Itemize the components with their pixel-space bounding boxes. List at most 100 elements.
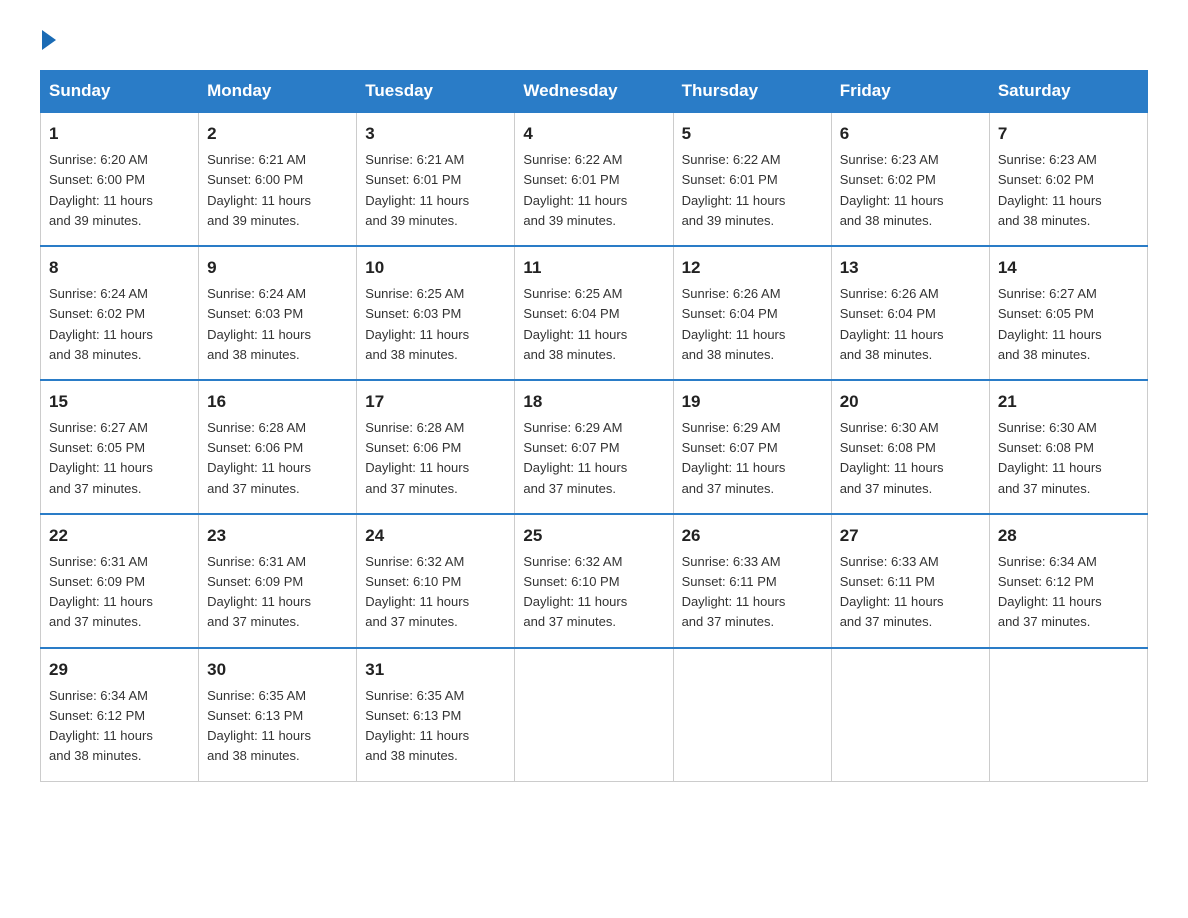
calendar-cell: 10 Sunrise: 6:25 AMSunset: 6:03 PMDayligh… xyxy=(357,246,515,380)
day-info: Sunrise: 6:27 AMSunset: 6:05 PMDaylight:… xyxy=(49,418,190,499)
day-number: 1 xyxy=(49,121,190,147)
day-number: 28 xyxy=(998,523,1139,549)
day-info: Sunrise: 6:24 AMSunset: 6:02 PMDaylight:… xyxy=(49,284,190,365)
day-number: 11 xyxy=(523,255,664,281)
day-info: Sunrise: 6:23 AMSunset: 6:02 PMDaylight:… xyxy=(840,150,981,231)
day-number: 5 xyxy=(682,121,823,147)
calendar-cell xyxy=(989,648,1147,781)
calendar-cell: 5 Sunrise: 6:22 AMSunset: 6:01 PMDaylight… xyxy=(673,112,831,246)
calendar-cell: 1 Sunrise: 6:20 AMSunset: 6:00 PMDaylight… xyxy=(41,112,199,246)
day-info: Sunrise: 6:26 AMSunset: 6:04 PMDaylight:… xyxy=(840,284,981,365)
day-info: Sunrise: 6:31 AMSunset: 6:09 PMDaylight:… xyxy=(207,552,348,633)
day-info: Sunrise: 6:33 AMSunset: 6:11 PMDaylight:… xyxy=(840,552,981,633)
calendar-cell: 12 Sunrise: 6:26 AMSunset: 6:04 PMDayligh… xyxy=(673,246,831,380)
day-number: 17 xyxy=(365,389,506,415)
day-info: Sunrise: 6:23 AMSunset: 6:02 PMDaylight:… xyxy=(998,150,1139,231)
day-number: 23 xyxy=(207,523,348,549)
day-info: Sunrise: 6:25 AMSunset: 6:03 PMDaylight:… xyxy=(365,284,506,365)
day-number: 25 xyxy=(523,523,664,549)
day-number: 15 xyxy=(49,389,190,415)
weekday-header-wednesday: Wednesday xyxy=(515,71,673,113)
day-info: Sunrise: 6:21 AMSunset: 6:00 PMDaylight:… xyxy=(207,150,348,231)
day-number: 16 xyxy=(207,389,348,415)
day-info: Sunrise: 6:32 AMSunset: 6:10 PMDaylight:… xyxy=(523,552,664,633)
calendar-cell: 25 Sunrise: 6:32 AMSunset: 6:10 PMDayligh… xyxy=(515,514,673,648)
calendar-cell: 23 Sunrise: 6:31 AMSunset: 6:09 PMDayligh… xyxy=(199,514,357,648)
weekday-header-saturday: Saturday xyxy=(989,71,1147,113)
day-number: 31 xyxy=(365,657,506,683)
day-info: Sunrise: 6:35 AMSunset: 6:13 PMDaylight:… xyxy=(365,686,506,767)
calendar-cell: 2 Sunrise: 6:21 AMSunset: 6:00 PMDaylight… xyxy=(199,112,357,246)
calendar-cell: 26 Sunrise: 6:33 AMSunset: 6:11 PMDayligh… xyxy=(673,514,831,648)
day-info: Sunrise: 6:28 AMSunset: 6:06 PMDaylight:… xyxy=(365,418,506,499)
day-info: Sunrise: 6:26 AMSunset: 6:04 PMDaylight:… xyxy=(682,284,823,365)
day-info: Sunrise: 6:34 AMSunset: 6:12 PMDaylight:… xyxy=(998,552,1139,633)
weekday-header-friday: Friday xyxy=(831,71,989,113)
day-number: 3 xyxy=(365,121,506,147)
day-info: Sunrise: 6:32 AMSunset: 6:10 PMDaylight:… xyxy=(365,552,506,633)
week-row-4: 22 Sunrise: 6:31 AMSunset: 6:09 PMDayligh… xyxy=(41,514,1148,648)
calendar-cell: 22 Sunrise: 6:31 AMSunset: 6:09 PMDayligh… xyxy=(41,514,199,648)
calendar-cell: 28 Sunrise: 6:34 AMSunset: 6:12 PMDayligh… xyxy=(989,514,1147,648)
day-info: Sunrise: 6:20 AMSunset: 6:00 PMDaylight:… xyxy=(49,150,190,231)
week-row-5: 29 Sunrise: 6:34 AMSunset: 6:12 PMDayligh… xyxy=(41,648,1148,781)
calendar-cell: 29 Sunrise: 6:34 AMSunset: 6:12 PMDayligh… xyxy=(41,648,199,781)
weekday-header-monday: Monday xyxy=(199,71,357,113)
calendar-cell: 31 Sunrise: 6:35 AMSunset: 6:13 PMDayligh… xyxy=(357,648,515,781)
calendar-cell: 17 Sunrise: 6:28 AMSunset: 6:06 PMDayligh… xyxy=(357,380,515,514)
calendar-cell: 19 Sunrise: 6:29 AMSunset: 6:07 PMDayligh… xyxy=(673,380,831,514)
day-info: Sunrise: 6:27 AMSunset: 6:05 PMDaylight:… xyxy=(998,284,1139,365)
day-info: Sunrise: 6:33 AMSunset: 6:11 PMDaylight:… xyxy=(682,552,823,633)
day-number: 9 xyxy=(207,255,348,281)
day-number: 14 xyxy=(998,255,1139,281)
day-info: Sunrise: 6:30 AMSunset: 6:08 PMDaylight:… xyxy=(840,418,981,499)
day-number: 29 xyxy=(49,657,190,683)
day-number: 24 xyxy=(365,523,506,549)
day-info: Sunrise: 6:31 AMSunset: 6:09 PMDaylight:… xyxy=(49,552,190,633)
day-info: Sunrise: 6:21 AMSunset: 6:01 PMDaylight:… xyxy=(365,150,506,231)
calendar-cell: 16 Sunrise: 6:28 AMSunset: 6:06 PMDayligh… xyxy=(199,380,357,514)
day-info: Sunrise: 6:25 AMSunset: 6:04 PMDaylight:… xyxy=(523,284,664,365)
calendar-table: SundayMondayTuesdayWednesdayThursdayFrid… xyxy=(40,70,1148,782)
day-info: Sunrise: 6:30 AMSunset: 6:08 PMDaylight:… xyxy=(998,418,1139,499)
day-number: 8 xyxy=(49,255,190,281)
weekday-header-tuesday: Tuesday xyxy=(357,71,515,113)
calendar-cell: 13 Sunrise: 6:26 AMSunset: 6:04 PMDayligh… xyxy=(831,246,989,380)
calendar-cell: 24 Sunrise: 6:32 AMSunset: 6:10 PMDayligh… xyxy=(357,514,515,648)
logo-arrow-icon xyxy=(42,30,56,50)
day-number: 20 xyxy=(840,389,981,415)
calendar-cell: 27Sunrise: 6:33 AMSunset: 6:11 PMDayligh… xyxy=(831,514,989,648)
day-number: 26 xyxy=(682,523,823,549)
logo xyxy=(40,30,58,50)
day-number: 21 xyxy=(998,389,1139,415)
calendar-cell: 15 Sunrise: 6:27 AMSunset: 6:05 PMDayligh… xyxy=(41,380,199,514)
week-row-2: 8 Sunrise: 6:24 AMSunset: 6:02 PMDaylight… xyxy=(41,246,1148,380)
calendar-cell: 6 Sunrise: 6:23 AMSunset: 6:02 PMDaylight… xyxy=(831,112,989,246)
day-number: 12 xyxy=(682,255,823,281)
day-info: Sunrise: 6:29 AMSunset: 6:07 PMDaylight:… xyxy=(523,418,664,499)
weekday-header-sunday: Sunday xyxy=(41,71,199,113)
day-info: Sunrise: 6:28 AMSunset: 6:06 PMDaylight:… xyxy=(207,418,348,499)
calendar-cell xyxy=(673,648,831,781)
calendar-cell xyxy=(515,648,673,781)
week-row-1: 1 Sunrise: 6:20 AMSunset: 6:00 PMDaylight… xyxy=(41,112,1148,246)
day-number: 2 xyxy=(207,121,348,147)
day-number: 6 xyxy=(840,121,981,147)
calendar-cell: 9Sunrise: 6:24 AMSunset: 6:03 PMDaylight… xyxy=(199,246,357,380)
day-number: 22 xyxy=(49,523,190,549)
day-number: 13 xyxy=(840,255,981,281)
calendar-cell: 14 Sunrise: 6:27 AMSunset: 6:05 PMDayligh… xyxy=(989,246,1147,380)
calendar-cell: 4Sunrise: 6:22 AMSunset: 6:01 PMDaylight… xyxy=(515,112,673,246)
day-number: 19 xyxy=(682,389,823,415)
calendar-cell: 3 Sunrise: 6:21 AMSunset: 6:01 PMDaylight… xyxy=(357,112,515,246)
day-info: Sunrise: 6:22 AMSunset: 6:01 PMDaylight:… xyxy=(523,150,664,231)
day-number: 10 xyxy=(365,255,506,281)
day-info: Sunrise: 6:22 AMSunset: 6:01 PMDaylight:… xyxy=(682,150,823,231)
day-number: 7 xyxy=(998,121,1139,147)
day-info: Sunrise: 6:34 AMSunset: 6:12 PMDaylight:… xyxy=(49,686,190,767)
calendar-cell: 18Sunrise: 6:29 AMSunset: 6:07 PMDayligh… xyxy=(515,380,673,514)
day-info: Sunrise: 6:29 AMSunset: 6:07 PMDaylight:… xyxy=(682,418,823,499)
weekday-header-row: SundayMondayTuesdayWednesdayThursdayFrid… xyxy=(41,71,1148,113)
calendar-cell: 7 Sunrise: 6:23 AMSunset: 6:02 PMDaylight… xyxy=(989,112,1147,246)
calendar-cell: 8 Sunrise: 6:24 AMSunset: 6:02 PMDaylight… xyxy=(41,246,199,380)
